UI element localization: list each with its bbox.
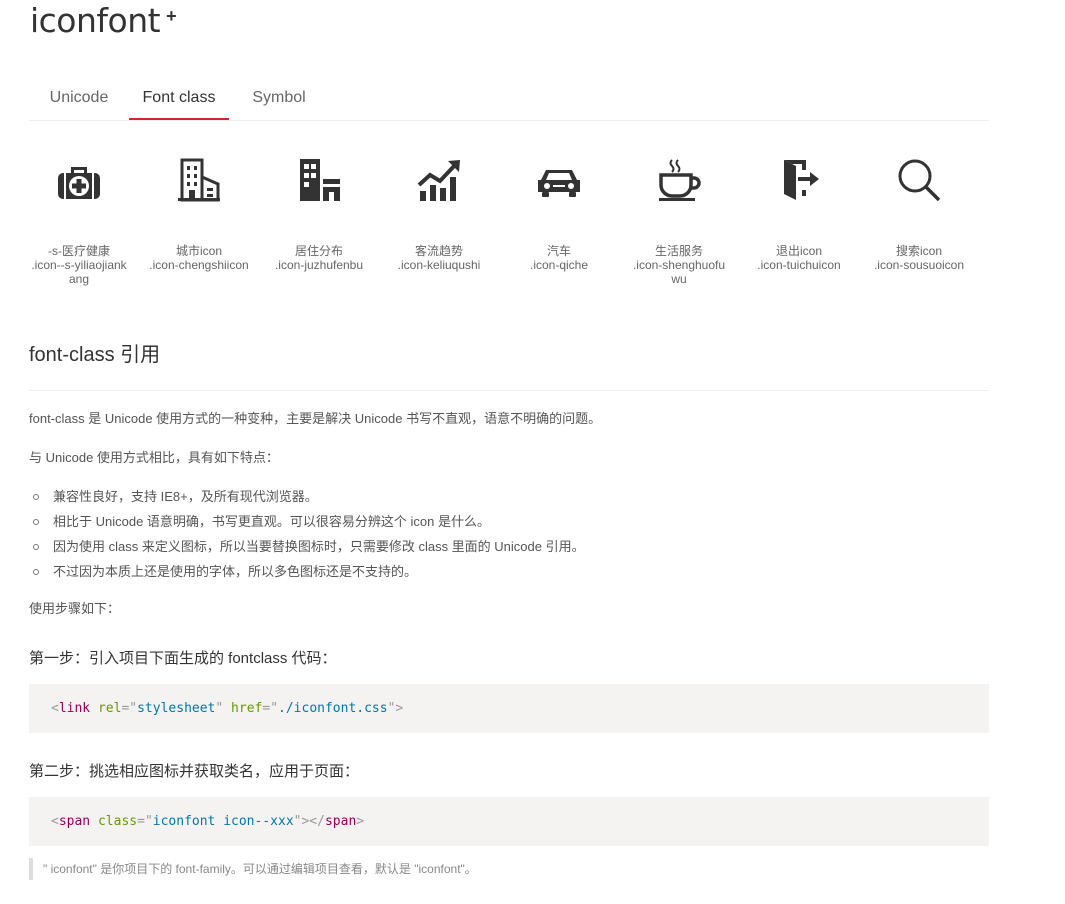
section-heading: font-class 引用: [29, 340, 989, 391]
tab-unicode[interactable]: Unicode: [29, 78, 129, 119]
icon-classname: .icon-tuichuicon: [757, 258, 841, 272]
icon-item[interactable]: 汽车 .icon-qiche: [509, 140, 609, 272]
code-block-span[interactable]: <span class="iconfont icon--xxx"></span>: [29, 797, 989, 846]
icon-item[interactable]: -s-医疗健康 .icon--s-yiliaojiankang: [29, 140, 129, 286]
tab-font-class[interactable]: Font class: [129, 78, 229, 120]
note-blockquote: " iconfont" 是你项目下的 font-family。可以通过编辑项目查…: [29, 858, 989, 880]
code-attr: rel: [97, 701, 122, 716]
car-icon: [509, 140, 609, 220]
compare-paragraph: 与 Unicode 使用方式相比，具有如下特点：: [29, 450, 279, 465]
list-item: 相比于 Unicode 语意明确，书写更直观。可以很容易分辨这个 icon 是什…: [29, 512, 989, 537]
icon-classname: .icon-chengshiicon: [149, 258, 249, 272]
code-block-link[interactable]: <link rel="stylesheet" href="./iconfont.…: [29, 684, 989, 733]
icon-classname: .icon-sousuoicon: [873, 258, 965, 272]
icon-classname: .icon-juzhufenbu: [274, 258, 364, 272]
tab-symbol[interactable]: Symbol: [229, 78, 329, 119]
icon-label: 汽车: [546, 244, 571, 258]
list-item: 不过因为本质上还是使用的字体，所以多色图标还是不支持的。: [29, 562, 989, 587]
city-buildings-icon: [149, 140, 249, 220]
icon-label: 退出icon: [775, 244, 822, 258]
code-value: stylesheet: [137, 701, 216, 716]
icon-label: -s-医疗健康: [48, 244, 110, 258]
code-tag: span: [58, 814, 91, 829]
icon-classname: .icon-keliuqushi: [397, 258, 481, 272]
icon-label: 生活服务: [654, 244, 703, 258]
icon-classname: .icon--s-yiliaojiankang: [31, 258, 127, 286]
icon-label: 居住分布: [294, 244, 343, 258]
exit-door-icon: [749, 140, 849, 220]
page: iconfont + Unicode Font class Symbol -s-…: [0, 0, 1065, 904]
feature-text: 不过因为本质上还是使用的字体，所以多色图标还是不支持的。: [53, 564, 418, 579]
feature-text: 因为使用 class 来定义图标，所以当要替换图标时，只需要修改 class 里…: [53, 539, 585, 554]
icon-item[interactable]: 城市icon .icon-chengshiicon: [149, 140, 249, 272]
bullet-icon: [33, 544, 39, 550]
logo-wordmark: iconfont: [30, 1, 161, 40]
residence-icon: [269, 140, 369, 220]
coffee-cup-icon: [629, 140, 729, 220]
bullet-icon: [33, 494, 39, 500]
icon-grid: -s-医疗健康 .icon--s-yiliaojiankang 城市icon .…: [29, 140, 989, 310]
list-item: 因为使用 class 来定义图标，所以当要替换图标时，只需要修改 class 里…: [29, 537, 989, 562]
icon-item[interactable]: 客流趋势 .icon-keliuqushi: [389, 140, 489, 272]
list-item: 兼容性良好，支持 IE8+，及所有现代浏览器。: [29, 487, 989, 512]
code-attr: href: [231, 701, 263, 716]
step-one-heading: 第一步：引入项目下面生成的 fontclass 代码：: [29, 650, 337, 667]
icon-classname: .icon-shenghuofuwu: [632, 258, 726, 286]
step-two-heading: 第二步：挑选相应图标并获取类名，应用于页面：: [29, 763, 360, 780]
font-class-section: font-class 引用 font-class 是 Unicode 使用方式的…: [29, 340, 989, 880]
feature-list: 兼容性良好，支持 IE8+，及所有现代浏览器。 相比于 Unicode 语意明确…: [29, 487, 989, 587]
bullet-icon: [33, 519, 39, 525]
steps-intro: 使用步骤如下：: [29, 601, 121, 616]
intro-paragraph: font-class 是 Unicode 使用方式的一种变种，主要是解决 Uni…: [29, 411, 602, 426]
icon-label: 客流趋势: [414, 244, 463, 258]
code-value: ./iconfont.css: [278, 701, 388, 716]
icon-item[interactable]: 退出icon .icon-tuichuicon: [749, 140, 849, 272]
logo-plus-icon: +: [166, 6, 177, 26]
icon-item[interactable]: 生活服务 .icon-shenghuofuwu: [629, 140, 729, 286]
icon-label: 城市icon: [175, 244, 222, 258]
icon-item[interactable]: 居住分布 .icon-juzhufenbu: [269, 140, 369, 272]
code-value: iconfont icon--xxx: [152, 814, 294, 829]
feature-text: 兼容性良好，支持 IE8+，及所有现代浏览器。: [53, 489, 318, 504]
bullet-icon: [33, 569, 39, 575]
code-attr: class: [97, 814, 138, 829]
icon-item[interactable]: 搜索icon .icon-sousuoicon: [869, 140, 969, 272]
trend-chart-icon: [389, 140, 489, 220]
medical-kit-icon: [29, 140, 129, 220]
feature-text: 相比于 Unicode 语意明确，书写更直观。可以很容易分辨这个 icon 是什…: [53, 514, 490, 529]
tab-bar: Unicode Font class Symbol: [29, 78, 989, 121]
search-icon: [869, 140, 969, 220]
code-tag: span: [324, 814, 357, 829]
iconfont-logo[interactable]: iconfont +: [30, 2, 177, 42]
icon-label: 搜索icon: [895, 244, 942, 258]
icon-classname: .icon-qiche: [529, 258, 589, 272]
code-tag: link: [58, 701, 91, 716]
